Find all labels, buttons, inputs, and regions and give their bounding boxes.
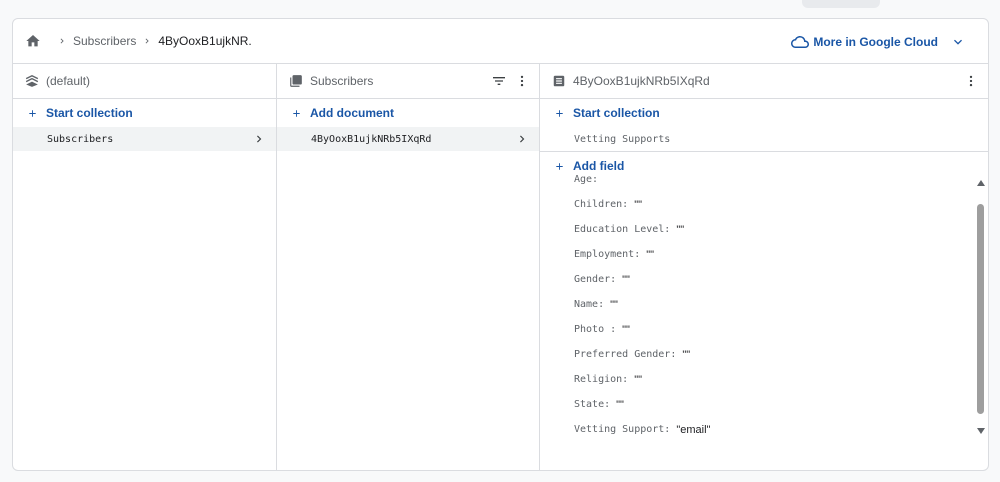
field-employment[interactable]: Employment: "": [574, 242, 710, 267]
more-in-google-cloud-button[interactable]: More in Google Cloud: [791, 19, 966, 64]
top-tab: [802, 0, 880, 8]
chevron-right-icon: [142, 36, 152, 46]
field-gender[interactable]: Gender: "": [574, 267, 710, 292]
subcollection-item-vetting-supports[interactable]: Vetting Supports: [540, 127, 988, 151]
firestore-panel: Subscribers 4ByOoxB1ujkNR. More in Googl…: [12, 18, 989, 471]
document-column-header: 4ByOoxB1ujkNRb5IXqRd: [540, 64, 988, 99]
breadcrumb-item-subscribers[interactable]: Subscribers: [73, 34, 136, 48]
field-key: Children:: [574, 199, 629, 210]
field-children[interactable]: Children: "": [574, 192, 710, 217]
filter-icon[interactable]: [491, 73, 507, 89]
start-subcollection-label: Start collection: [573, 106, 660, 120]
field-key: Vetting Support:: [574, 424, 671, 435]
field-value: "": [676, 223, 685, 236]
database-column: (default) Start collection Subscribers: [13, 64, 277, 470]
field-value: "": [622, 323, 630, 336]
collection-column: Subscribers Add document 4ByOoxB1ujkNRb5…: [277, 64, 540, 470]
scrollbar-thumb[interactable]: [977, 204, 984, 414]
collection-icon: [289, 74, 303, 88]
field-key: Religion:: [574, 374, 629, 385]
field-value: "": [610, 298, 618, 311]
field-photo[interactable]: Photo : "": [574, 317, 710, 342]
field-value: "": [646, 248, 655, 261]
breadcrumb: Subscribers 4ByOoxB1ujkNR. More in Googl…: [13, 19, 988, 64]
field-vetting-support[interactable]: Vetting Support: "email": [574, 417, 710, 442]
field-value: "email": [676, 423, 711, 436]
field-key: Employment:: [574, 249, 641, 260]
fields-section: Add field Age: Children: "" Education Lev…: [540, 151, 988, 470]
database-icon: [25, 74, 39, 88]
document-title: 4ByOoxB1ujkNRb5IXqRd: [573, 74, 710, 88]
scroll-up-arrow-icon[interactable]: [977, 180, 985, 186]
field-value: "": [622, 273, 630, 286]
chevron-down-icon: [950, 34, 966, 50]
collection-title: Subscribers: [310, 74, 374, 88]
field-key: Name:: [574, 299, 605, 310]
field-key: Education Level:: [574, 224, 671, 235]
field-list: Age: Children: "" Education Level: "" Empl…: [574, 174, 964, 470]
field-key: Gender:: [574, 274, 617, 285]
add-document-button[interactable]: Add document: [277, 99, 539, 127]
document-item-label: 4ByOoxB1ujkNRb5IXqRd: [311, 133, 432, 145]
plus-icon: [554, 108, 565, 119]
start-collection-label: Start collection: [46, 106, 133, 120]
scroll-down-arrow-icon[interactable]: [977, 428, 985, 434]
collection-column-header: Subscribers: [277, 64, 539, 99]
collection-item-label: Subscribers: [47, 133, 114, 145]
document-column: 4ByOoxB1ujkNRb5IXqRd Start collection Ve…: [540, 64, 988, 470]
fields-scrollbar[interactable]: [976, 180, 986, 434]
collection-item-subscribers[interactable]: Subscribers: [13, 127, 276, 151]
field-state[interactable]: State: "": [574, 392, 710, 417]
cloud-icon: [791, 33, 810, 51]
more-vert-icon[interactable]: [515, 73, 529, 89]
document-icon: [552, 74, 566, 88]
field-key: Photo :: [574, 324, 617, 335]
add-document-label: Add document: [310, 106, 394, 120]
document-item[interactable]: 4ByOoxB1ujkNRb5IXqRd: [277, 127, 539, 151]
chevron-right-icon: [515, 132, 529, 146]
more-vert-icon[interactable]: [964, 73, 978, 89]
breadcrumb-item-document[interactable]: 4ByOoxB1ujkNR.: [158, 34, 251, 48]
field-name[interactable]: Name: "": [574, 292, 710, 317]
database-title: (default): [46, 74, 91, 88]
field-key: Preferred Gender:: [574, 349, 677, 360]
start-collection-button[interactable]: Start collection: [13, 99, 276, 127]
field-education-level[interactable]: Education Level: "": [574, 217, 710, 242]
start-subcollection-button[interactable]: Start collection: [540, 99, 988, 127]
field-value: "": [634, 198, 642, 211]
chevron-right-icon: [57, 36, 67, 46]
field-key: Age:: [574, 174, 599, 185]
field-value: "": [616, 398, 624, 411]
add-field-label: Add field: [573, 159, 625, 173]
columns: (default) Start collection Subscribers S…: [13, 64, 988, 470]
plus-icon: [291, 108, 302, 119]
database-column-header: (default): [13, 64, 276, 99]
subcollection-item-label: Vetting Supports: [574, 133, 671, 145]
plus-icon: [27, 108, 38, 119]
more-in-google-cloud-label: More in Google Cloud: [813, 34, 938, 49]
field-religion[interactable]: Religion: "": [574, 367, 710, 392]
field-age[interactable]: Age:: [574, 174, 710, 192]
field-key: State:: [574, 399, 611, 410]
field-value: "": [634, 373, 642, 386]
field-preferred-gender[interactable]: Preferred Gender: "": [574, 342, 710, 367]
plus-icon: [554, 161, 565, 172]
field-value: "": [682, 348, 691, 361]
home-icon[interactable]: [25, 33, 41, 49]
chevron-right-icon: [252, 132, 266, 146]
